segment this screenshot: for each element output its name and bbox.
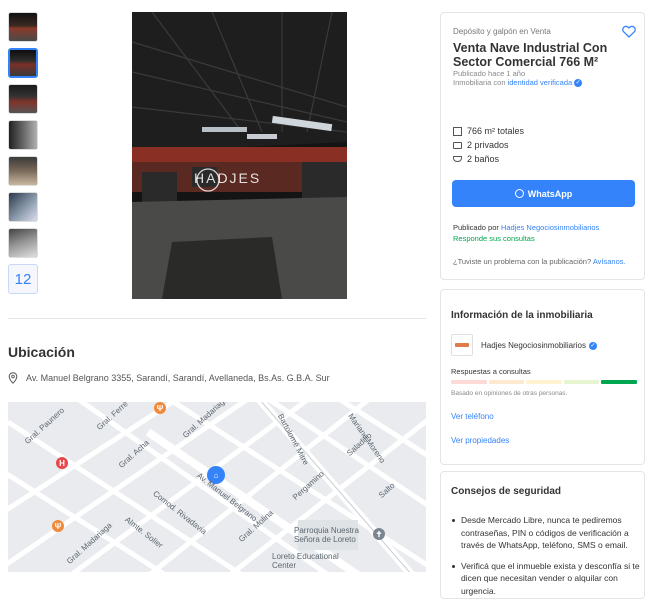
more-photos-count: 12 [14,270,32,288]
attribute-area-text: 766 m² totales [467,126,525,136]
location-title: Ubicación [8,344,75,360]
main-photo[interactable]: HADJES [132,12,347,299]
thumbnail[interactable] [8,84,38,114]
view-properties-link[interactable]: Ver propiedades [451,436,509,445]
agency-info-card: Información de la inmobiliaria Hadjes Ne… [440,289,645,465]
attribute-baths: 2 baños [453,154,499,164]
agency-prefix: Inmobiliaria con [453,78,506,87]
attribute-rooms: 2 privados [453,140,509,150]
whatsapp-label: WhatsApp [527,188,573,199]
listing-card: Depósito y galpón en Venta Venta Nave In… [440,12,645,280]
report-problem-link[interactable]: Avísanos. [593,257,626,266]
thumbnail-selected[interactable] [8,48,38,78]
verified-check-icon: ✓ [574,78,583,87]
attribute-baths-text: 2 baños [467,154,500,164]
publisher-link[interactable]: Hadjes Negociosinmobiliarios [501,223,599,232]
thumbnail[interactable] [8,228,38,258]
more-photos-button[interactable]: 12 [8,264,38,294]
report-problem: ¿Tuviste un problema con la publicación?… [453,257,626,266]
map-label: Loreto Educational Center [272,552,339,570]
agency-info-title: Información de la inmobiliaria [451,310,593,321]
based-on-text: Basado en opiniones de otras personas. [451,390,568,397]
attribute-area: 766 m² totales [453,126,524,136]
map-label: Parroquia Nuestra Señora de Loreto [294,526,359,544]
verified-check-icon: ✓ [588,341,597,350]
attribute-rooms-text: 2 privados [467,140,509,150]
agency-name: Hadjes Negociosinmobiliarios [481,341,586,350]
photo-watermark: HADJES [194,170,262,186]
thermometer-segment [601,380,637,384]
area-icon [453,126,462,136]
location-address-row: Av. Manuel Belgrano 3355, Sarandí, Saran… [8,372,330,384]
location-map[interactable]: Ψ H Ψ ✝ ⌂ Gral. Paunero Gral. Ferré Gral… [8,402,426,572]
verified-label: identidad verificada [507,78,573,87]
reputation-thermometer [451,380,637,384]
listing-title: Venta Nave Industrial Con Sector Comerci… [453,41,608,69]
thumbnail[interactable] [8,192,38,222]
thumbnail[interactable] [8,156,38,186]
view-phone-link[interactable]: Ver teléfono [451,412,494,421]
responses-label: Respuestas a consultas [451,367,531,376]
safety-tip: Verificá que el inmueble exista y descon… [451,560,641,598]
thermometer-segment [451,380,487,384]
thumbnail[interactable] [8,12,38,42]
verified-row: Inmobiliaria con identidad verificada ✓ [453,78,583,87]
safety-tip: Desde Mercado Libre, nunca te pediremos … [451,514,641,552]
agency-logo [451,334,473,356]
favorite-heart-icon[interactable] [622,25,636,38]
warehouse-photo [132,12,347,299]
location-pin-icon [8,372,18,384]
whatsapp-button[interactable]: WhatsApp [452,180,635,207]
thumbnail[interactable] [8,120,38,150]
problem-text: ¿Tuviste un problema con la publicación? [453,257,592,266]
rooms-icon [453,141,462,149]
published-by: Publicado por Hadjes Negociosinmobiliari… [453,223,599,232]
thermometer-segment [488,380,525,384]
thermometer-segment [526,380,562,384]
safety-tips-list: Desde Mercado Libre, nunca te pediremos … [451,514,641,599]
whatsapp-icon [514,189,524,198]
listing-condition: Depósito y galpón en Venta [453,27,551,36]
safety-tips-card: Consejos de seguridad Desde Mercado Libr… [440,471,645,599]
map-poi-restaurant-icon[interactable]: Ψ [52,520,64,532]
agency-name-row: Hadjes Negociosinmobiliarios ✓ [481,341,597,350]
bath-icon [453,156,462,162]
safety-title: Consejos de seguridad [451,486,562,497]
published-by-prefix: Publicado por [453,223,499,232]
responds-badge: Responde sus consultas [453,234,535,243]
section-divider [8,318,426,319]
map-poi-restaurant-icon[interactable]: Ψ [154,402,166,414]
map-poi-hospital-icon[interactable]: H [56,457,68,469]
thermometer-segment [563,380,600,384]
location-address: Av. Manuel Belgrano 3355, Sarandí, Saran… [26,373,330,383]
map-poi-church-icon[interactable]: ✝ [373,528,385,540]
published-date: Publicado hace 1 año [453,69,526,78]
thumbnail-strip: 12 [8,12,40,300]
